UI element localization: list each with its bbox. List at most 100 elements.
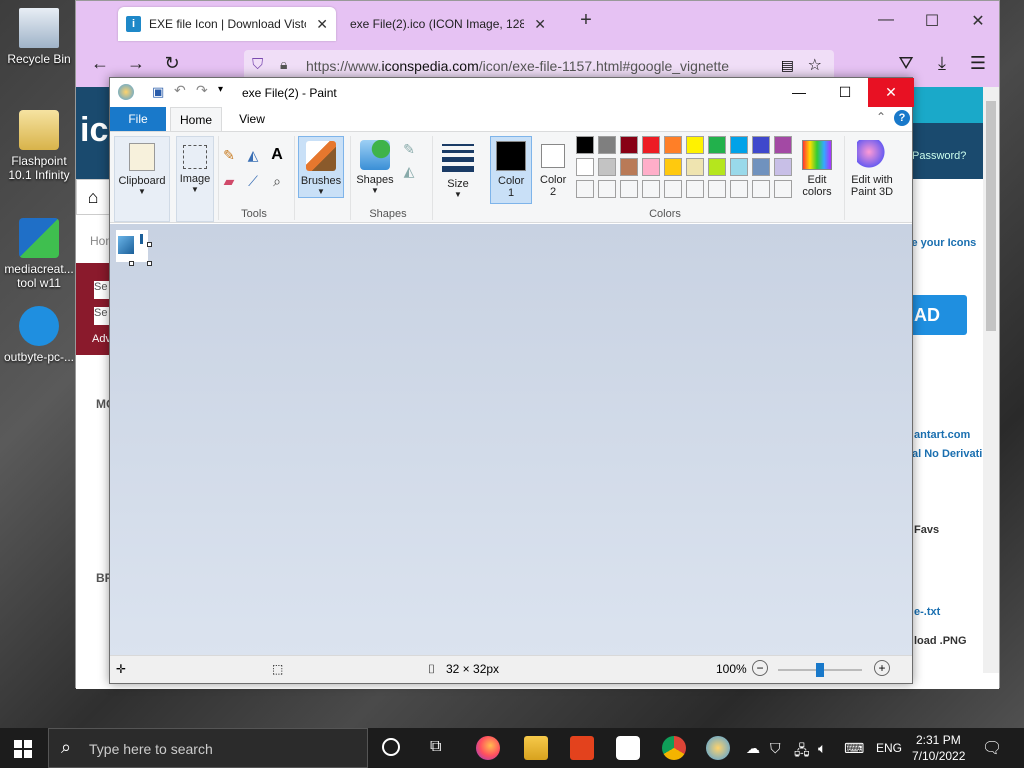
custom-color-slot[interactable] — [686, 180, 704, 198]
notification-icon[interactable]: 🗨︎ — [982, 738, 1002, 758]
desktop-icon-recycle-bin[interactable]: Recycle Bin — [2, 8, 76, 66]
color2-button[interactable]: Color 2 — [534, 136, 572, 204]
pocket-icon[interactable]: ⛛ — [892, 53, 920, 74]
color1-button[interactable]: Color 1 — [490, 136, 532, 204]
palette-swatch[interactable] — [642, 136, 660, 154]
palette-swatch[interactable] — [598, 158, 616, 176]
tab-view[interactable]: View — [236, 107, 268, 131]
palette-swatch[interactable] — [620, 136, 638, 154]
license-link[interactable]: al No Derivati — [912, 448, 982, 460]
magnifier-icon[interactable]: ⌕ — [268, 172, 286, 190]
palette-swatch[interactable] — [576, 158, 594, 176]
palette-swatch[interactable] — [730, 136, 748, 154]
people-icon[interactable] — [616, 736, 640, 760]
palette-swatch[interactable] — [774, 158, 792, 176]
help-icon[interactable]: ? — [894, 110, 910, 126]
forward-icon[interactable]: → — [122, 53, 150, 74]
desktop-icon-outbyte[interactable]: outbyte-pc-... — [2, 306, 76, 364]
zoom-in-icon[interactable]: + — [874, 660, 890, 676]
search-field-2[interactable]: Se — [94, 307, 110, 325]
tab-file[interactable]: File — [110, 107, 166, 131]
firefox-icon[interactable] — [476, 736, 500, 760]
resize-handle-corner[interactable] — [147, 261, 152, 266]
palette-swatch[interactable] — [664, 158, 682, 176]
resize-handle-bottom[interactable] — [129, 261, 134, 266]
clock-time[interactable]: 2:31 PM — [916, 733, 961, 747]
reload-icon[interactable]: ↻ — [158, 53, 186, 74]
new-tab-button[interactable]: + — [566, 9, 606, 32]
custom-color-slot[interactable] — [774, 180, 792, 198]
forgot-password-link[interactable]: Password? — [912, 150, 966, 162]
palette-swatch[interactable] — [730, 158, 748, 176]
image-canvas[interactable] — [116, 230, 148, 262]
palette-swatch[interactable] — [752, 136, 770, 154]
close-window-icon[interactable]: ✕ — [958, 11, 998, 31]
deviantart-link[interactable]: antart.com — [914, 429, 970, 441]
download-icon[interactable]: ⤓ — [928, 53, 956, 74]
custom-color-slot[interactable] — [598, 180, 616, 198]
keyboard-icon[interactable]: ⌨ — [844, 740, 864, 757]
palette-swatch[interactable] — [752, 158, 770, 176]
save-icon[interactable]: ▣ — [152, 84, 164, 100]
palette-swatch[interactable] — [598, 136, 616, 154]
edit-paint3d-button[interactable]: Edit with Paint 3D — [846, 136, 898, 198]
browser-tab[interactable]: exe File(2).ico (ICON Image, 128 × 1 ✕ — [342, 7, 554, 41]
custom-color-slot[interactable] — [642, 180, 660, 198]
cloud-offline-icon[interactable]: ☁ — [746, 740, 760, 757]
palette-swatch[interactable] — [642, 158, 660, 176]
browser-tab-active[interactable]: i EXE file Icon | Download Vistoc ✕ — [118, 7, 336, 41]
desktop-icon-mediacreationtool[interactable]: mediacreat... tool w11 — [2, 218, 76, 290]
quick-access-dropdown-icon[interactable]: ▾ — [218, 84, 223, 95]
maximize-icon[interactable]: ☐ — [912, 11, 952, 31]
network-icon[interactable]: 🖧︎ — [794, 740, 810, 764]
zoom-slider-thumb[interactable] — [816, 663, 824, 677]
size-button[interactable]: Size ▼ — [438, 136, 478, 199]
reader-view-icon[interactable]: ▤ — [781, 57, 794, 74]
zoom-out-icon[interactable]: − — [752, 660, 768, 676]
clock-date[interactable]: 7/10/2022 — [912, 749, 965, 763]
custom-color-slot[interactable] — [620, 180, 638, 198]
maximize-icon[interactable]: ☐ — [822, 78, 868, 107]
zoom-slider[interactable] — [778, 663, 862, 677]
home-nav-button[interactable]: ⌂ — [76, 179, 110, 215]
text-tool-icon[interactable]: A — [268, 146, 286, 164]
download-button[interactable]: AD — [912, 295, 967, 335]
chrome-icon[interactable] — [662, 736, 686, 760]
fill-tool-icon[interactable]: ◭ — [244, 146, 262, 164]
undo-icon[interactable]: ↶ — [174, 82, 186, 99]
clipboard-button[interactable]: Clipboard ▼ — [114, 136, 170, 222]
custom-color-slot[interactable] — [752, 180, 770, 198]
palette-swatch[interactable] — [686, 136, 704, 154]
bookmark-star-icon[interactable]: ☆ — [808, 55, 822, 75]
palette-swatch[interactable] — [576, 136, 594, 154]
palette-swatch[interactable] — [664, 136, 682, 154]
lock-icon[interactable]: 🔒︎ — [280, 56, 287, 73]
palette-swatch[interactable] — [708, 158, 726, 176]
shape-fill-icon[interactable]: ◭ — [400, 162, 418, 180]
shapes-button[interactable]: Shapes ▼ — [354, 136, 396, 198]
canvas-workspace[interactable] — [110, 224, 912, 657]
paint-taskbar-icon[interactable] — [706, 736, 730, 760]
file-explorer-icon[interactable] — [524, 736, 548, 760]
palette-swatch[interactable] — [708, 136, 726, 154]
scrollbar-thumb[interactable] — [986, 101, 996, 331]
minimize-icon[interactable]: — — [866, 11, 906, 29]
taskbar-search-box[interactable]: ⌕ Type here to search — [48, 728, 368, 768]
start-windows-icon[interactable] — [14, 740, 32, 758]
desktop-icon-flashpoint[interactable]: Flashpoint 10.1 Infinity — [2, 110, 76, 182]
redo-icon[interactable]: ↷ — [196, 82, 208, 99]
customize-icons-link[interactable]: ze your Icons — [906, 237, 976, 249]
task-view-icon[interactable]: ⧉ — [430, 738, 441, 756]
outline-icon[interactable]: ✎ — [400, 140, 418, 158]
custom-color-slot[interactable] — [708, 180, 726, 198]
color-picker-icon[interactable]: ⟋ — [244, 172, 262, 190]
url-text[interactable]: https://www.iconspedia.com/icon/exe-file… — [306, 58, 729, 74]
shield-tray-icon[interactable]: ⛉ — [770, 740, 781, 757]
custom-color-slot[interactable] — [730, 180, 748, 198]
menu-icon[interactable]: ☰ — [964, 53, 992, 74]
collapse-ribbon-icon[interactable]: ⌃ — [876, 110, 886, 124]
back-icon[interactable]: ← — [86, 53, 114, 74]
close-icon[interactable]: ✕ — [868, 78, 914, 107]
minimize-icon[interactable]: — — [776, 78, 822, 107]
page-scrollbar[interactable] — [983, 87, 999, 673]
